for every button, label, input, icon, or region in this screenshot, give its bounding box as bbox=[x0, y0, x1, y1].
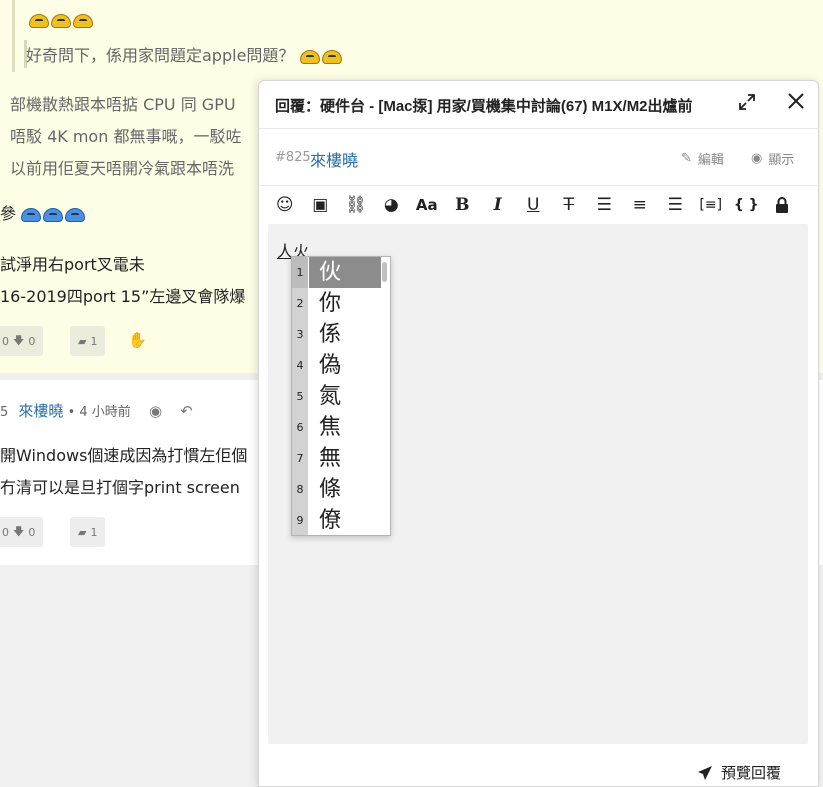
author-link[interactable]: 來樓曉 bbox=[18, 402, 63, 420]
emoji-icon bbox=[321, 49, 342, 64]
link-icon[interactable]: ⛓ bbox=[338, 193, 374, 217]
ime-candidate-char: 你 bbox=[319, 291, 342, 316]
post-number: #825 bbox=[275, 150, 311, 165]
ime-candidate-char: 焦 bbox=[319, 415, 342, 440]
post-text-line: 唔駁 4K mon 都無事嘅，一駁咗 bbox=[10, 127, 242, 146]
bold-icon[interactable]: B bbox=[445, 193, 481, 217]
emoji-icon bbox=[29, 13, 49, 28]
italic-icon[interactable]: I bbox=[480, 193, 516, 217]
wave-icon[interactable]: ✋ bbox=[128, 331, 147, 349]
ime-candidate-number: 6 bbox=[296, 421, 304, 434]
ime-candidate-number: 4 bbox=[296, 359, 304, 372]
align-left-icon[interactable]: ☰ bbox=[587, 193, 623, 217]
font-size-icon[interactable]: Aa bbox=[409, 193, 445, 217]
upvote-count: 0 bbox=[2, 334, 9, 348]
ime-candidate[interactable]: 2你 bbox=[292, 288, 382, 319]
ime-candidate-number: 8 bbox=[296, 483, 304, 496]
thumbs-down-icon[interactable]: 🡇 bbox=[13, 332, 24, 351]
ime-candidate-number: 5 bbox=[296, 390, 304, 403]
ime-candidate-number: 2 bbox=[296, 297, 304, 310]
emoji-icon bbox=[21, 207, 42, 222]
downvote-count: 0 bbox=[28, 334, 36, 348]
edit-button[interactable]: ✎ 編輯 bbox=[681, 149, 724, 168]
close-button[interactable] bbox=[784, 91, 808, 115]
post-time: 4 小時前 bbox=[79, 405, 131, 420]
ime-scrollbar[interactable] bbox=[382, 262, 387, 282]
post-text-line: 以前用佢夏天唔開冷氣跟本唔洗 bbox=[10, 159, 235, 178]
strikethrough-icon[interactable]: T bbox=[551, 193, 587, 217]
post-text-line: 冇清可以是旦打個字print screen bbox=[0, 478, 240, 497]
ime-candidate-number: 3 bbox=[296, 328, 304, 341]
palette-icon[interactable]: ◕ bbox=[374, 193, 410, 217]
comment-icon: ▰ bbox=[78, 525, 87, 539]
post-meta: 5 來樓曉 • 4 小時前 ◉ ↶ bbox=[0, 402, 193, 420]
preview-reply-button[interactable]: 預覽回覆 bbox=[697, 762, 781, 783]
vote-buttons[interactable]: 0 🡇 0 bbox=[0, 517, 44, 547]
post-text-line: 試淨用右port叉電未 bbox=[0, 255, 145, 274]
reply-arrow-icon[interactable]: ↶ bbox=[180, 402, 193, 420]
ime-candidate[interactable]: 1伙 bbox=[292, 257, 382, 288]
ime-candidate-number: 7 bbox=[296, 452, 304, 465]
post-text-line: 參 bbox=[0, 200, 87, 224]
composer-title: 回覆：硬件台 - [Mac揼] 用家/買機集中討論(67) M1X/M2出爐前 bbox=[275, 98, 693, 115]
ime-candidate[interactable]: 3係 bbox=[292, 319, 382, 350]
post-text-line: 部機散熱跟本唔掂 CPU 同 GPU bbox=[10, 95, 236, 114]
ime-candidate[interactable]: 6焦 bbox=[292, 412, 382, 443]
eye-icon[interactable]: ◉ bbox=[149, 402, 162, 420]
comment-icon: ▰ bbox=[78, 334, 87, 348]
reply-count-button[interactable]: ▰ 1 bbox=[70, 517, 106, 547]
align-center-icon[interactable]: ≡ bbox=[622, 193, 658, 217]
emoji-icon bbox=[65, 207, 86, 222]
quote-text: 好奇問下，係用家問題定apple問題？ bbox=[26, 42, 344, 66]
reply-to-author[interactable]: 來樓曉 bbox=[310, 147, 358, 171]
ime-candidate-char: 係 bbox=[319, 322, 342, 347]
underline-icon[interactable]: U bbox=[516, 193, 552, 217]
formatting-toolbar: ☺ ▣ ⛓ ◕ Aa B I U T ☰ ≡ ☰ [≡] { } bbox=[267, 193, 800, 217]
emoji-icon bbox=[299, 49, 320, 64]
vote-buttons[interactable]: 0 🡇 0 bbox=[0, 326, 44, 356]
ime-candidate-char: 伙 bbox=[309, 257, 381, 288]
lock-icon[interactable] bbox=[764, 193, 800, 217]
smile-icon[interactable]: ☺ bbox=[267, 193, 303, 217]
divider bbox=[259, 185, 820, 186]
ime-candidate[interactable]: 9僚 bbox=[292, 505, 382, 536]
ime-candidate[interactable]: 5氮 bbox=[292, 381, 382, 412]
thumbs-down-icon[interactable]: 🡇 bbox=[13, 523, 24, 542]
post-text-line: 開Windows個速成因為打慣左佢個 bbox=[0, 446, 248, 465]
emoji-icon bbox=[43, 207, 64, 222]
code-icon[interactable]: { } bbox=[729, 193, 765, 217]
ime-candidate-char: 氮 bbox=[319, 384, 342, 409]
ime-candidate[interactable]: 8條 bbox=[292, 474, 382, 505]
ime-candidate-window: 1伙2你3係4偽5氮6焦7無8條9僚 bbox=[291, 256, 391, 536]
align-right-icon[interactable]: ☰ bbox=[658, 193, 694, 217]
show-button[interactable]: ◉ 顯示 bbox=[751, 149, 794, 168]
post-text-line: 16-2019四port 15”左邊叉會隊爆 bbox=[0, 287, 246, 306]
emoji-row bbox=[29, 10, 95, 29]
ime-candidate-char: 條 bbox=[319, 477, 342, 502]
ime-candidate[interactable]: 7無 bbox=[292, 443, 382, 474]
eye-icon: ◉ bbox=[751, 151, 763, 166]
emoji-icon bbox=[51, 13, 71, 28]
expand-icon[interactable] bbox=[738, 93, 758, 113]
quote-block-icon[interactable]: [≡] bbox=[693, 193, 729, 217]
image-icon[interactable]: ▣ bbox=[303, 193, 339, 217]
ime-candidate-char: 偽 bbox=[319, 353, 342, 378]
emoji-icon bbox=[73, 13, 93, 28]
ime-candidate[interactable]: 4偽 bbox=[292, 350, 382, 381]
ime-candidate-char: 無 bbox=[319, 446, 342, 471]
ime-candidate-number: 9 bbox=[296, 514, 304, 527]
ime-candidate-char: 僚 bbox=[319, 508, 342, 533]
send-icon bbox=[698, 765, 712, 780]
reply-count-button[interactable]: ▰ 1 bbox=[70, 326, 106, 356]
ime-candidate-number: 1 bbox=[292, 257, 308, 288]
pencil-icon: ✎ bbox=[681, 151, 692, 166]
divider bbox=[259, 128, 820, 129]
